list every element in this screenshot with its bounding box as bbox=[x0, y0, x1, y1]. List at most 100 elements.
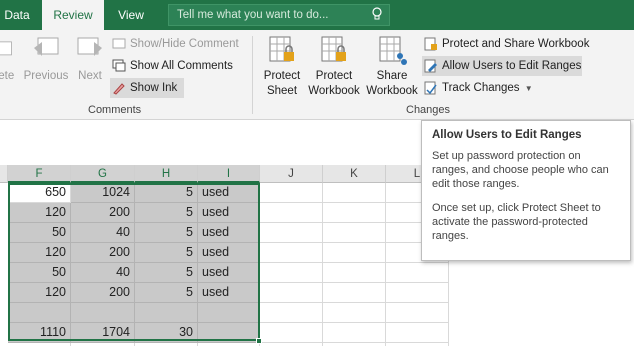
cell[interactable]: used bbox=[198, 223, 260, 243]
lightbulb-icon bbox=[372, 7, 382, 20]
tooltip-paragraph-1: Set up password protection on ranges, an… bbox=[432, 150, 609, 190]
cell[interactable]: 1024 bbox=[71, 183, 135, 203]
tab-view[interactable]: View bbox=[110, 0, 152, 30]
cell[interactable]: used bbox=[198, 283, 260, 303]
show-hide-comment-button[interactable]: Show/Hide Comment bbox=[110, 34, 239, 54]
fill-handle[interactable] bbox=[256, 338, 262, 344]
cell[interactable]: 5 bbox=[135, 283, 198, 303]
cell[interactable]: 120 bbox=[8, 283, 71, 303]
column-header-i[interactable]: I bbox=[198, 165, 260, 183]
cell[interactable] bbox=[198, 323, 260, 343]
cell[interactable]: 40 bbox=[71, 223, 135, 243]
empty-cell[interactable] bbox=[386, 263, 449, 283]
protect-workbook-button[interactable]: Protect Workbook bbox=[306, 34, 362, 99]
empty-cell[interactable] bbox=[386, 303, 449, 323]
cell[interactable]: 40 bbox=[71, 263, 135, 283]
next-comment-icon bbox=[77, 37, 102, 56]
column-header-j[interactable]: J bbox=[260, 165, 323, 183]
column-header-k[interactable]: K bbox=[323, 165, 386, 183]
allow-users-label: Allow Users to Edit Ranges bbox=[442, 60, 582, 72]
cell[interactable]: 1110 bbox=[8, 323, 71, 343]
cell[interactable]: used bbox=[198, 203, 260, 223]
protect-workbook-line2: Workbook bbox=[308, 85, 360, 97]
ink-pen-icon bbox=[113, 83, 125, 95]
cell[interactable] bbox=[71, 303, 135, 323]
empty-cell[interactable] bbox=[260, 263, 323, 283]
share-workbook-line2: Workbook bbox=[366, 85, 418, 97]
empty-cell[interactable] bbox=[323, 283, 386, 303]
column-header-h[interactable]: H bbox=[135, 165, 198, 183]
cell[interactable]: 200 bbox=[71, 243, 135, 263]
tooltip-title: Allow Users to Edit Ranges bbox=[432, 129, 582, 141]
cell[interactable]: 5 bbox=[135, 203, 198, 223]
previous-comment-button[interactable]: Previous bbox=[22, 34, 70, 84]
track-changes-dropdown[interactable]: Track Changes ▼ bbox=[422, 78, 533, 98]
comment-icon bbox=[112, 38, 126, 49]
previous-comment-icon bbox=[34, 37, 59, 56]
cell[interactable]: 120 bbox=[8, 203, 71, 223]
empty-cell[interactable] bbox=[323, 303, 386, 323]
cell[interactable]: used bbox=[198, 183, 260, 203]
cell[interactable]: used bbox=[198, 263, 260, 283]
cell[interactable]: 5 bbox=[135, 263, 198, 283]
cell[interactable]: 200 bbox=[71, 283, 135, 303]
cell[interactable]: 120 bbox=[8, 243, 71, 263]
column-header-f[interactable]: F bbox=[8, 165, 71, 183]
tell-me-search-input[interactable]: Tell me what you want to do... bbox=[168, 4, 390, 26]
empty-cell[interactable] bbox=[260, 323, 323, 343]
empty-cell[interactable] bbox=[323, 263, 386, 283]
cell[interactable] bbox=[8, 303, 71, 323]
allow-users-to-edit-ranges-button[interactable]: Allow Users to Edit Ranges bbox=[422, 56, 582, 76]
show-ink-button[interactable]: Show Ink bbox=[110, 78, 184, 98]
group-separator bbox=[252, 36, 253, 114]
cell[interactable]: used bbox=[198, 243, 260, 263]
column-header-g[interactable]: G bbox=[71, 165, 135, 183]
cell[interactable]: 30 bbox=[135, 323, 198, 343]
empty-cell[interactable] bbox=[323, 223, 386, 243]
empty-cell[interactable] bbox=[260, 203, 323, 223]
empty-cell[interactable] bbox=[323, 243, 386, 263]
empty-cell[interactable] bbox=[260, 223, 323, 243]
cell[interactable]: 50 bbox=[8, 223, 71, 243]
cell[interactable] bbox=[198, 303, 260, 323]
protect-and-share-workbook-button[interactable]: Protect and Share Workbook bbox=[422, 34, 589, 54]
chevron-down-icon: ▼ bbox=[524, 84, 533, 93]
delete-comment-button[interactable]: lete bbox=[0, 34, 18, 84]
tab-data[interactable]: Data bbox=[0, 0, 34, 30]
comments-group-label: Comments bbox=[88, 104, 142, 116]
show-all-comments-button[interactable]: Show All Comments bbox=[110, 56, 233, 76]
show-ink-label: Show Ink bbox=[130, 82, 178, 94]
cell[interactable]: 50 bbox=[8, 263, 71, 283]
empty-cell[interactable] bbox=[260, 243, 323, 263]
protect-sheet-line2: Sheet bbox=[266, 85, 298, 97]
next-label: Next bbox=[78, 70, 102, 82]
cell[interactable]: 650 bbox=[8, 183, 71, 203]
cell[interactable]: 5 bbox=[135, 223, 198, 243]
cell[interactable]: 1704 bbox=[71, 323, 135, 343]
cell[interactable]: 5 bbox=[135, 243, 198, 263]
empty-cell[interactable] bbox=[323, 183, 386, 203]
protect-workbook-icon bbox=[321, 36, 346, 62]
ribbon: lete Previous Next Show/Hide Comment Sho… bbox=[0, 30, 634, 120]
cell[interactable]: 5 bbox=[135, 183, 198, 203]
empty-cell[interactable] bbox=[260, 283, 323, 303]
cell[interactable] bbox=[135, 303, 198, 323]
protect-sheet-button[interactable]: Protect Sheet bbox=[258, 34, 306, 99]
tab-review[interactable]: Review bbox=[42, 0, 104, 30]
next-comment-button[interactable]: Next bbox=[72, 34, 108, 84]
empty-cell[interactable] bbox=[260, 303, 323, 323]
cell[interactable]: 200 bbox=[71, 203, 135, 223]
row-header-corner bbox=[0, 165, 8, 183]
empty-cell[interactable] bbox=[260, 183, 323, 203]
share-workbook-button[interactable]: Share Workbook bbox=[364, 34, 420, 99]
empty-cell[interactable] bbox=[323, 323, 386, 343]
delete-label: lete bbox=[0, 70, 15, 82]
show-hide-comment-label: Show/Hide Comment bbox=[130, 38, 239, 50]
empty-cell[interactable] bbox=[386, 323, 449, 343]
protect-share-icon bbox=[424, 37, 437, 51]
share-workbook-line1: Share bbox=[376, 70, 408, 82]
protect-workbook-line1: Protect bbox=[315, 70, 353, 82]
empty-cell[interactable] bbox=[386, 283, 449, 303]
protect-sheet-line1: Protect bbox=[263, 70, 301, 82]
empty-cell[interactable] bbox=[323, 203, 386, 223]
